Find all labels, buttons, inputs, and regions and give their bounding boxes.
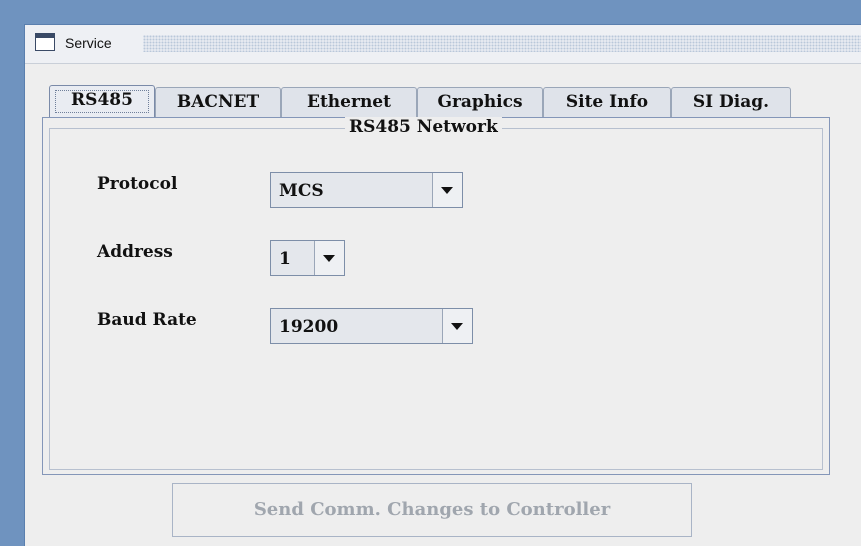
group-title: RS485 Network <box>345 117 502 137</box>
protocol-select[interactable]: MCS <box>270 172 463 208</box>
window-icon <box>35 33 55 51</box>
chevron-down-icon[interactable] <box>314 241 344 275</box>
protocol-value: MCS <box>279 181 324 201</box>
baud-rate-label: Baud Rate <box>97 310 197 330</box>
tab-graphics[interactable]: Graphics <box>417 87 543 117</box>
window-title: Service <box>65 35 112 51</box>
chevron-down-icon[interactable] <box>432 173 462 207</box>
address-value: 1 <box>279 249 291 269</box>
tab-bacnet[interactable]: BACNET <box>155 87 281 117</box>
protocol-label: Protocol <box>97 174 178 194</box>
tab-ethernet[interactable]: Ethernet <box>281 87 417 117</box>
titlebar-drag-pattern <box>143 35 861 52</box>
send-comm-changes-button[interactable]: Send Comm. Changes to Controller <box>172 483 692 537</box>
address-label: Address <box>97 242 173 262</box>
service-window: Service RS485 BACNET Ethernet Graphics S… <box>24 24 861 546</box>
window-titlebar[interactable]: Service <box>25 25 861 64</box>
tab-site-info[interactable]: Site Info <box>543 87 671 117</box>
baud-rate-select[interactable]: 19200 <box>270 308 473 344</box>
chevron-down-icon[interactable] <box>442 309 472 343</box>
tab-si-diag[interactable]: SI Diag. <box>671 87 791 117</box>
tab-rs485[interactable]: RS485 <box>49 85 155 117</box>
rs485-tab-panel: RS485 Network Protocol MCS Address 1 Bau… <box>42 117 830 475</box>
baud-rate-value: 19200 <box>279 317 339 337</box>
address-select[interactable]: 1 <box>270 240 345 276</box>
